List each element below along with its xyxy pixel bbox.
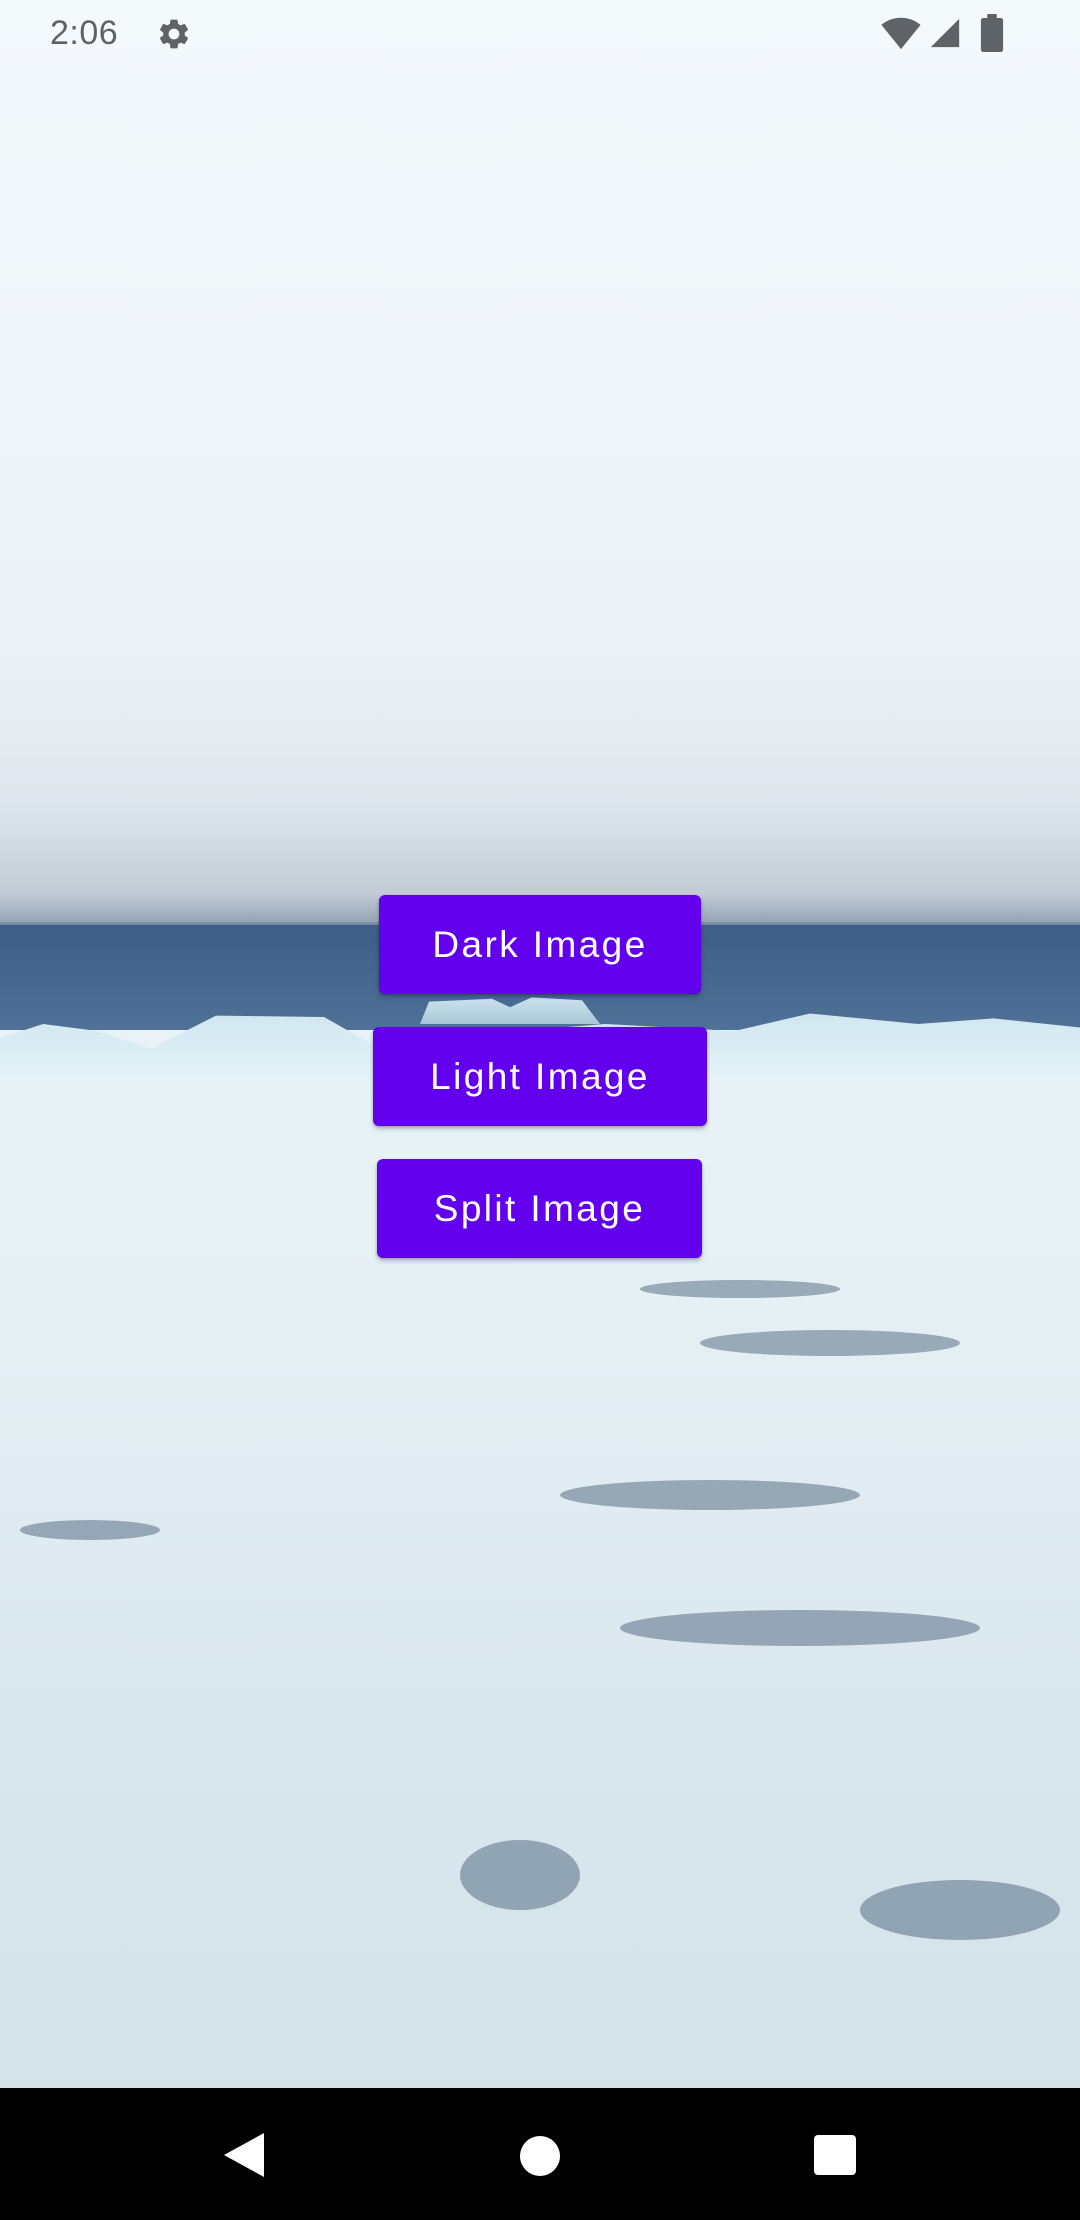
sky-area xyxy=(0,0,1080,930)
signal-icon xyxy=(930,18,960,48)
split-image-button-label: Split Image xyxy=(433,1187,646,1229)
ice-crack xyxy=(620,1610,980,1646)
ice-crack xyxy=(460,1840,580,1910)
home-icon[interactable] xyxy=(520,2136,560,2176)
status-bar: 2:06 xyxy=(0,0,1080,68)
dark-image-button-label: Dark Image xyxy=(432,923,648,965)
split-image-button[interactable]: Split Image xyxy=(377,1159,702,1258)
dark-image-button[interactable]: Dark Image xyxy=(379,895,701,994)
light-image-button-label: Light Image xyxy=(430,1055,650,1097)
wifi-icon xyxy=(881,17,921,50)
navigation-bar xyxy=(0,2088,1080,2220)
back-icon[interactable] xyxy=(222,2132,266,2178)
ice-crack xyxy=(640,1280,840,1298)
status-time: 2:06 xyxy=(50,14,119,52)
light-image-button[interactable]: Light Image xyxy=(373,1027,707,1126)
ice-crack xyxy=(860,1880,1060,1940)
app-screen: 2:06 Dark Image Light Image Split Image xyxy=(0,0,1080,2220)
ice-crack xyxy=(700,1330,960,1356)
recents-icon[interactable] xyxy=(814,2135,856,2175)
gear-icon xyxy=(159,19,189,49)
battery-icon xyxy=(980,14,1004,52)
ice-crack xyxy=(560,1480,860,1510)
ice-crack xyxy=(20,1520,160,1540)
